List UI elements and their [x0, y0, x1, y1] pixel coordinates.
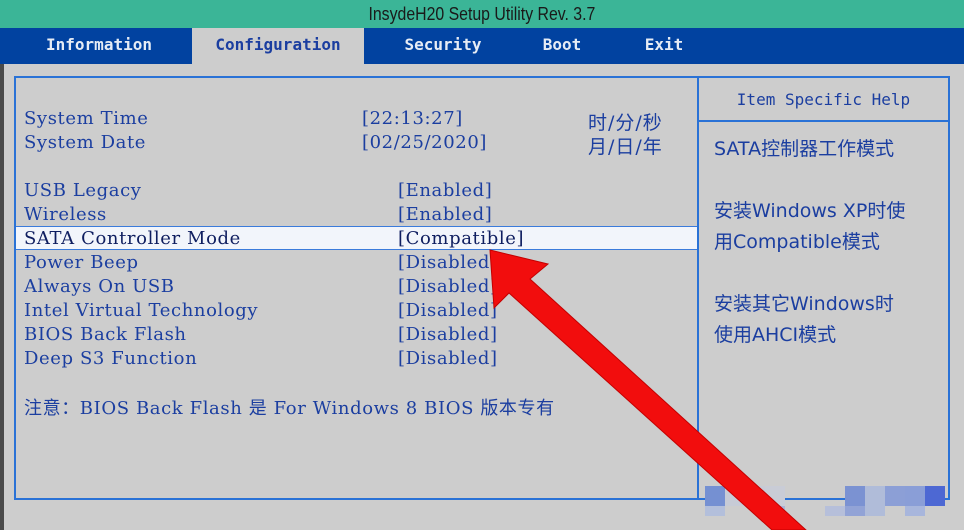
help-line: 使用AHCI模式	[714, 324, 837, 346]
setting-label: SATA Controller Mode	[24, 228, 241, 249]
help-line: SATA控制器工作模式	[714, 138, 895, 160]
setting-label: Always On USB	[24, 276, 175, 297]
help-panel: Item Specific Help SATA控制器工作模式 安装Windows…	[697, 76, 950, 516]
help-title: Item Specific Help	[699, 78, 948, 122]
help-line: 用Compatible模式	[714, 231, 880, 253]
setting-label: System Date	[24, 132, 147, 153]
system-date-value[interactable]: [02/25/2020]	[362, 132, 487, 153]
setting-label: System Time	[24, 108, 149, 129]
setting-value[interactable]: [Enabled]	[398, 204, 492, 225]
setting-label: USB Legacy	[24, 180, 142, 201]
tab-security[interactable]: Security	[384, 28, 502, 64]
setting-value[interactable]: [Disabled]	[398, 348, 498, 369]
setting-value[interactable]: [Disabled]	[398, 252, 498, 273]
menu-bar: Information Configuration Security Boot …	[0, 28, 964, 64]
help-line: 安装Windows XP时使	[714, 200, 906, 222]
help-line: 安装其它Windows时	[714, 293, 894, 315]
setting-value[interactable]: [Disabled]	[398, 300, 498, 321]
setting-value[interactable]: [Disabled]	[398, 324, 498, 345]
window-title: InsydeH20 Setup Utility Rev. 3.7	[368, 4, 596, 24]
setting-label: Power Beep	[24, 252, 139, 273]
system-date-unit: 月/日/年	[588, 136, 663, 158]
system-time-value[interactable]: [22:13:27]	[362, 108, 463, 129]
setting-value[interactable]: [Disabled]	[398, 276, 498, 297]
setting-label: Wireless	[24, 204, 107, 225]
tab-information[interactable]: Information	[22, 28, 176, 64]
bios-note: 注意：BIOS Back Flash 是 For Windows 8 BIOS …	[24, 398, 555, 419]
window-left-edge	[0, 64, 4, 530]
tab-exit[interactable]: Exit	[624, 28, 704, 64]
setting-label: BIOS Back Flash	[24, 324, 187, 345]
setting-label: Intel Virtual Technology	[24, 300, 259, 321]
setting-value[interactable]: [Compatible]	[398, 228, 524, 249]
tab-configuration[interactable]: Configuration	[192, 28, 364, 64]
window-title-bar: InsydeH20 Setup Utility Rev. 3.7	[0, 0, 964, 28]
setting-value[interactable]: [Enabled]	[398, 180, 492, 201]
system-time-unit: 时/分/秒	[588, 112, 663, 134]
setting-label: Deep S3 Function	[24, 348, 198, 369]
tab-boot[interactable]: Boot	[522, 28, 602, 64]
